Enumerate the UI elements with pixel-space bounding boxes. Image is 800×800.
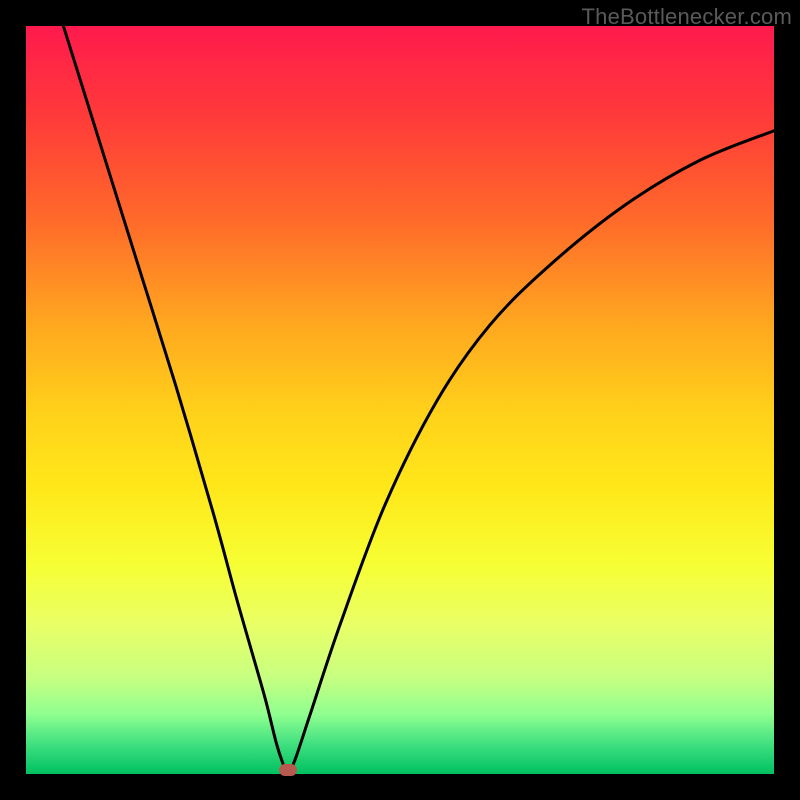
plot-area bbox=[26, 26, 774, 774]
optimum-marker bbox=[279, 764, 297, 776]
bottleneck-curve bbox=[26, 26, 774, 774]
curve-path bbox=[63, 26, 774, 774]
attribution-text: TheBottlenecker.com bbox=[582, 4, 792, 30]
